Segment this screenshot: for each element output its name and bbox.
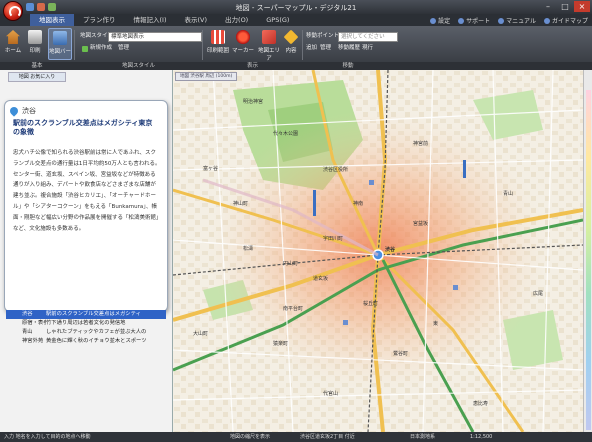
map-label: 桜丘町 <box>363 301 379 307</box>
content-button[interactable]: 内容 <box>282 29 300 54</box>
status-datum: 日本測地系 <box>410 434 436 440</box>
result-list: 渋谷 駅前のスクランブル交差点はメガシティ 原宿・表参道 竹下通り周辺は若者文化… <box>6 310 166 346</box>
gear-icon <box>430 17 437 24</box>
window-controls: – □ × <box>540 1 590 12</box>
support-icon <box>458 17 465 24</box>
grid-icon <box>211 30 225 44</box>
print-button[interactable]: 印刷 <box>26 30 44 54</box>
menu-bar: 地図表示 プラン作り 情報記入(I) 表示(V) 出力(O) GPS(G) 設定… <box>0 14 592 26</box>
ribbon: ホーム 印刷 地図バー 地図スタイル 標準地図表示 新規作成 管理 印刷範囲 マ… <box>0 26 592 62</box>
list-item[interactable]: 青山 しゃれたブティックやカフェが並ぶ大人の <box>6 328 166 337</box>
map-label: 明治神宮 <box>243 99 264 105</box>
map-canvas <box>173 70 583 432</box>
move-point-select[interactable]: 選択してください <box>338 32 398 42</box>
marker-button[interactable]: マーカー <box>232 30 254 54</box>
map-label: 代々木公園 <box>273 131 299 137</box>
map-style-select[interactable]: 標準地図表示 <box>108 32 202 42</box>
status-mid-text: 地図の縮尺を表示 <box>230 434 271 440</box>
manual-link[interactable]: マニュアル <box>498 16 536 25</box>
history-button[interactable]: 移動履歴 <box>338 44 360 53</box>
map-scale-bar[interactable] <box>583 70 592 432</box>
map-label: 渋谷区役所 <box>323 167 349 173</box>
left-panel: 地図 お気に入り 渋谷 駅前のスクランブル交差点はメガシティ東京の象徴 忠犬ハチ… <box>0 70 173 432</box>
print-range-button[interactable]: 印刷範囲 <box>206 30 230 54</box>
group-label-move: 移動 <box>342 63 354 69</box>
support-link[interactable]: サポート <box>458 16 490 25</box>
new-create-button[interactable]: 新規作成 <box>82 44 112 53</box>
tool-bar-button[interactable]: 地図バー <box>48 28 72 60</box>
manual-icon <box>498 17 505 24</box>
status-zoom[interactable]: 1:12,500 <box>470 432 492 442</box>
map-label: 広尾 <box>533 291 544 297</box>
tab-map-view[interactable]: 地図表示 <box>30 14 74 26</box>
add-button[interactable]: 追加 <box>306 44 317 53</box>
manage-button[interactable]: 管理 <box>118 44 129 53</box>
settings-link[interactable]: 設定 <box>430 16 450 25</box>
map-label: 南平台町 <box>283 306 304 312</box>
maximize-button[interactable]: □ <box>557 1 573 12</box>
place-headline: 駅前のスクランブル交差点はメガシティ東京の象徴 <box>13 119 153 136</box>
map-label: 松濤 <box>243 246 254 252</box>
map-label: 猿楽町 <box>273 341 289 347</box>
tab-info[interactable]: 情報記入(I) <box>125 14 176 26</box>
map-label: 道玄坂 <box>313 276 329 282</box>
tab-view[interactable]: 表示(V) <box>176 14 217 26</box>
map-label: 宮益坂 <box>413 221 429 227</box>
status-left-text: 入力 地名を入力して目的の地点へ移動 <box>4 434 91 440</box>
group-label-basic: 基本 <box>31 63 43 69</box>
panel-tab[interactable]: 地図 お気に入り <box>8 72 66 82</box>
place-info-callout: 渋谷 駅前のスクランブル交差点はメガシティ東京の象徴 忠犬ハチ公像で知られる渋谷… <box>4 100 168 312</box>
location-pin-icon <box>8 105 20 117</box>
home-button[interactable]: ホーム <box>4 30 22 54</box>
zoom-scale[interactable] <box>586 90 591 430</box>
printer-icon <box>28 30 42 44</box>
group-label-style: 地図スタイル <box>121 63 155 69</box>
content-icon <box>283 29 299 45</box>
current-button[interactable]: 現行 <box>362 44 373 53</box>
ribbon-group-labels: 基本 地図スタイル 表示 移動 <box>0 62 592 70</box>
minimize-button[interactable]: – <box>540 1 556 12</box>
guide-icon <box>543 17 550 24</box>
tab-output[interactable]: 出力(O) <box>216 14 257 26</box>
guide-link[interactable]: ガイドマップ <box>543 16 588 25</box>
map-tab[interactable]: 地図 渋谷駅 周辺 (100m) <box>175 72 238 81</box>
map-label: 渋谷 <box>385 247 396 253</box>
map-label: 神宮前 <box>413 141 429 147</box>
move-point-label: 移動ポイント <box>306 33 340 39</box>
map-label: 神山町 <box>233 201 249 207</box>
status-bar: 入力 地名を入力して目的の地点へ移動 地図の縮尺を表示 渋谷区道玄坂2丁目 付近… <box>0 432 592 442</box>
map-bar-icon <box>53 31 67 45</box>
map-label: 円山町 <box>283 261 299 267</box>
home-icon <box>6 30 20 44</box>
map-label: 鶯谷町 <box>393 351 409 357</box>
group-label-display: 表示 <box>246 63 258 69</box>
map-view[interactable]: 地図 渋谷駅 周辺 (100m) 代々木公園 明治神宮 渋谷区役所 渋谷 恵比寿… <box>173 70 583 432</box>
tab-gps[interactable]: GPS(G) <box>257 14 298 26</box>
map-area-button[interactable]: 地図エリア <box>256 30 282 62</box>
list-item[interactable]: 渋谷 駅前のスクランブル交差点はメガシティ <box>6 310 166 319</box>
list-item[interactable]: 神宮外苑 黄金色に輝く秋のイチョウ並木とスポーツ <box>6 337 166 346</box>
place-description: 忠犬ハチ公像で知られる渋谷駅前は常に人であふれ、スクランブル交差点の通行量は1日… <box>13 150 161 232</box>
new-icon <box>82 45 88 52</box>
tab-plan[interactable]: プラン作り <box>74 14 125 26</box>
map-label: 青山 <box>503 191 514 197</box>
area-icon <box>262 30 276 44</box>
map-label: 神南 <box>353 201 364 207</box>
map-label: 大山町 <box>193 331 209 337</box>
status-location: 渋谷区道玄坂2丁目 付近 <box>300 434 355 440</box>
map-label: 東 <box>433 321 439 327</box>
window-title: 地図 - スーパーマップル・デジタル21 <box>235 4 357 12</box>
app-menu-button[interactable] <box>3 1 23 21</box>
list-item[interactable]: 原宿・表参道 竹下通り周辺は若者文化の発信地 <box>6 319 166 328</box>
map-label: 代官山 <box>323 391 339 397</box>
map-label: 宇田川町 <box>323 236 344 242</box>
close-button[interactable]: × <box>574 1 590 12</box>
place-name: 渋谷 <box>22 107 36 115</box>
map-label: 富ヶ谷 <box>203 166 219 172</box>
title-bar: 地図 - スーパーマップル・デジタル21 – □ × <box>0 0 592 14</box>
map-label: 恵比寿 <box>473 401 489 407</box>
marker-icon <box>236 30 250 44</box>
manage2-button[interactable]: 管理 <box>320 44 331 53</box>
